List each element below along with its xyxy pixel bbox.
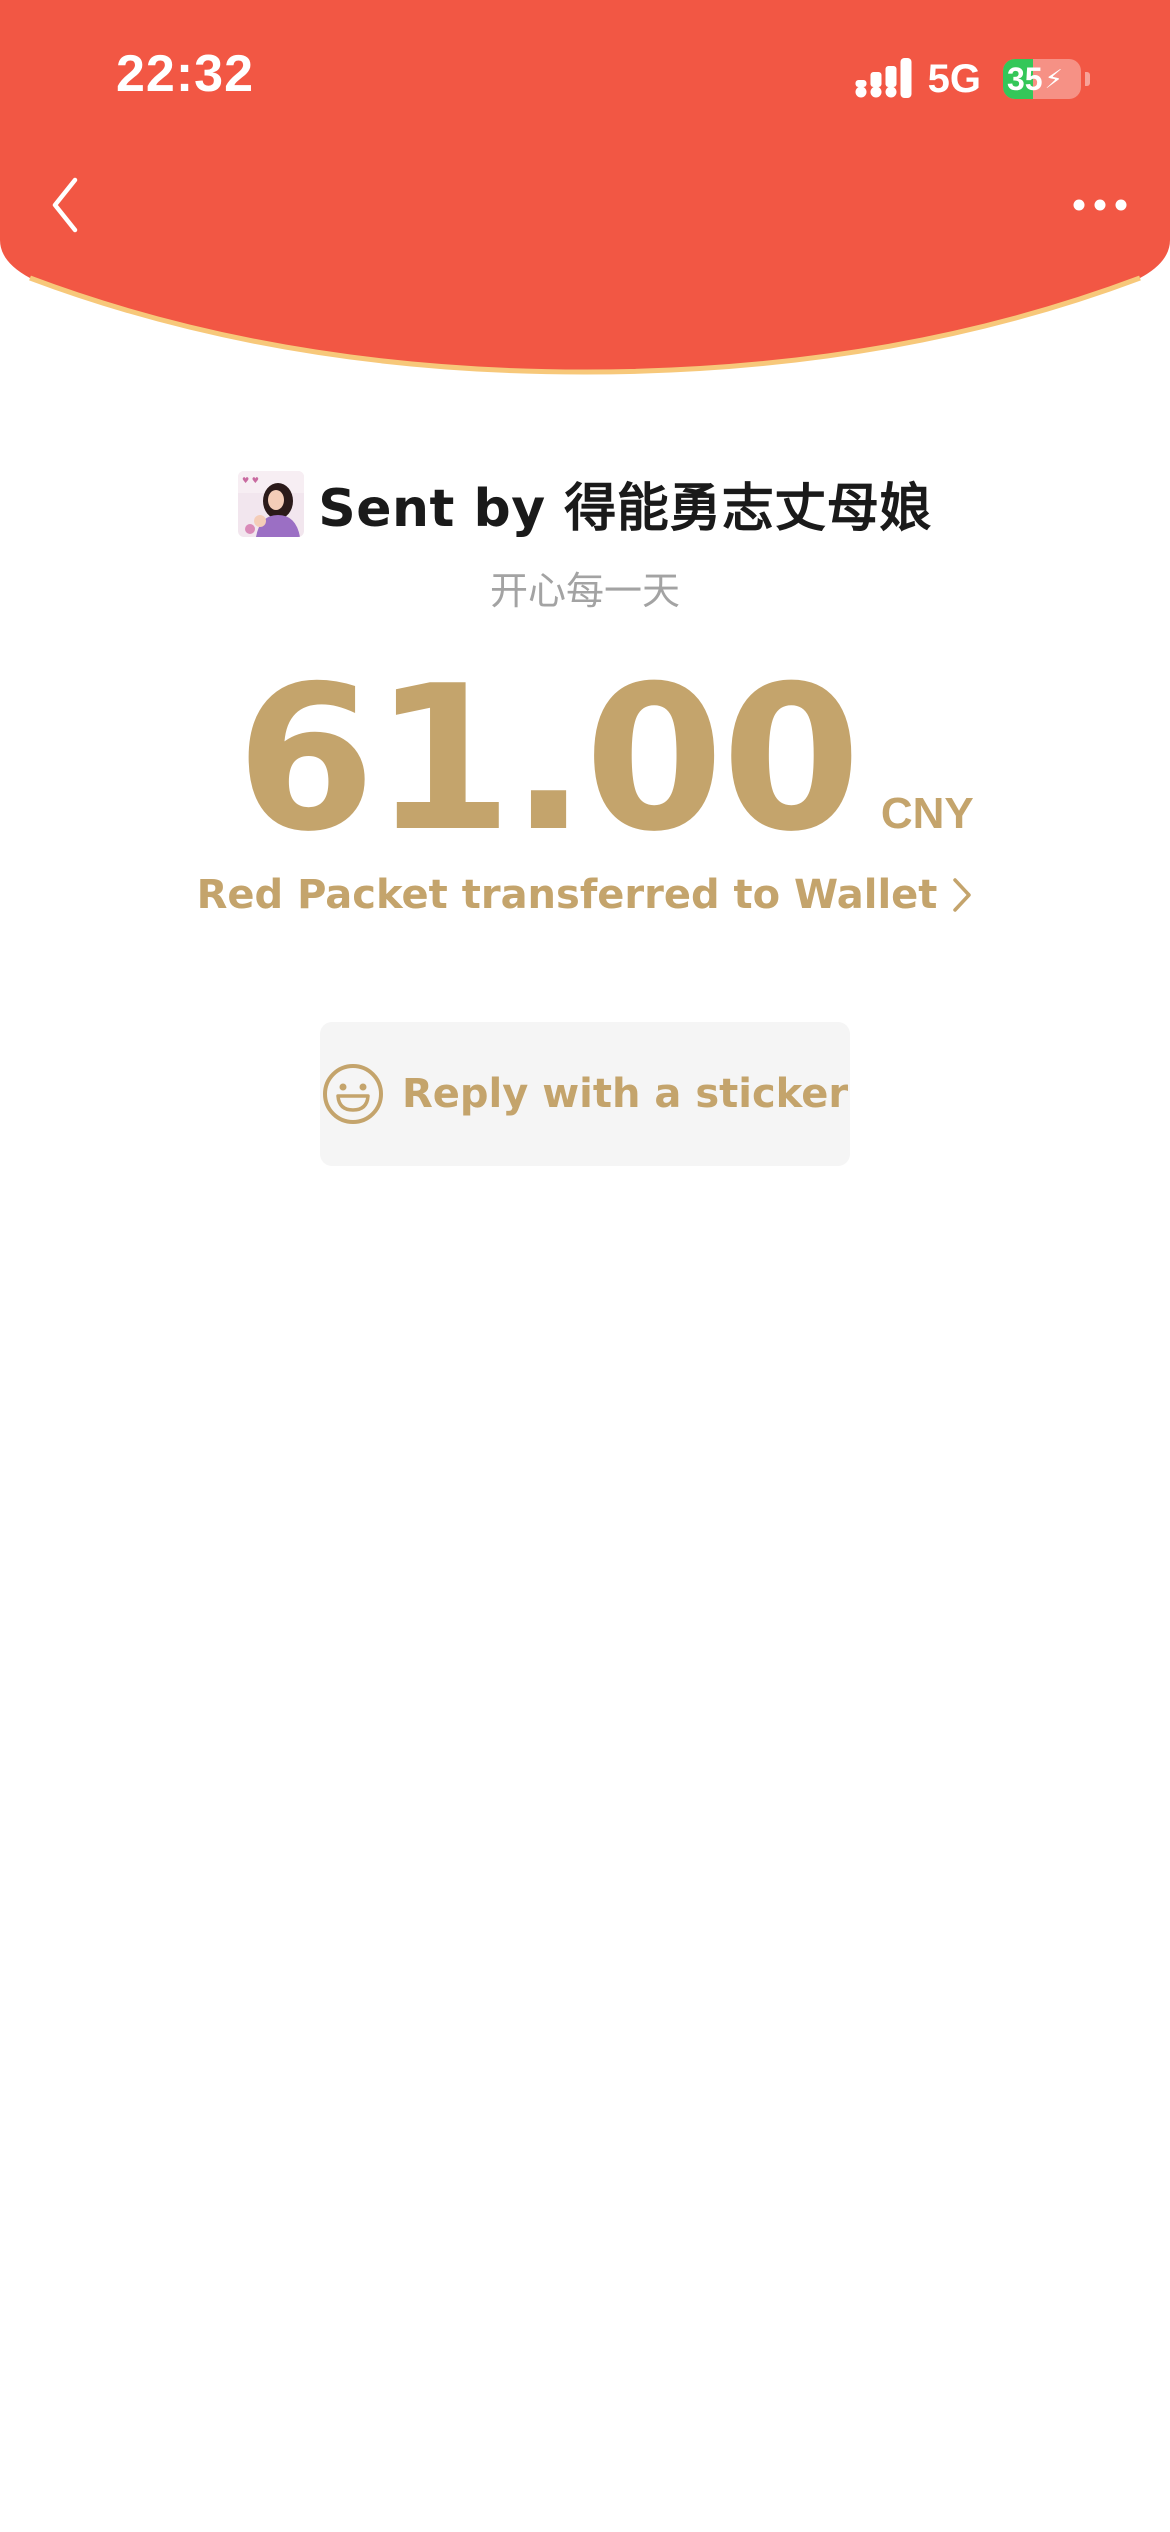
red-packet-detail-screen: 22:32 5G 35 ⚡ ♥ ♥ Sent by 得能勇志丈母娘 开心每一天 … [0,0,1170,2532]
sender-row: ♥ ♥ Sent by 得能勇志丈母娘 [0,466,1170,541]
sender-label: Sent by 得能勇志丈母娘 [318,479,932,539]
more-options-button[interactable] [1060,175,1140,235]
greeting-message: 开心每一天 [489,569,680,613]
amount-row: 61.00 CNY [0,660,1170,860]
network-type: 5G [927,56,981,101]
status-indicators: 5G 35 ⚡ [854,54,1090,104]
chevron-left-icon [52,177,78,233]
status-time: 22:32 [116,45,254,103]
wallet-link-label: Red Packet transferred to Wallet [196,872,938,918]
back-button[interactable] [40,170,90,240]
amount-value: 61.00 [236,643,861,876]
amount-currency: CNY [880,789,974,838]
reply-with-sticker-button[interactable]: Reply with a sticker [320,1022,850,1166]
battery-nub [1085,72,1090,86]
battery-level: 35 [1007,60,1043,97]
charging-bolt-icon: ⚡ [1044,63,1063,94]
chevron-right-icon [953,878,972,912]
wallet-transfer-link[interactable]: Red Packet transferred to Wallet [0,872,1170,918]
reply-with-sticker-label: Reply with a sticker [401,1071,849,1117]
signal-bars-icon [855,58,912,98]
more-dots-icon [1073,199,1127,211]
svg-text:♥ ♥: ♥ ♥ [242,476,259,485]
battery-charging-icon: 35 ⚡ [1003,59,1081,99]
smiley-icon [322,1064,383,1124]
sender-avatar[interactable]: ♥ ♥ [238,470,305,537]
